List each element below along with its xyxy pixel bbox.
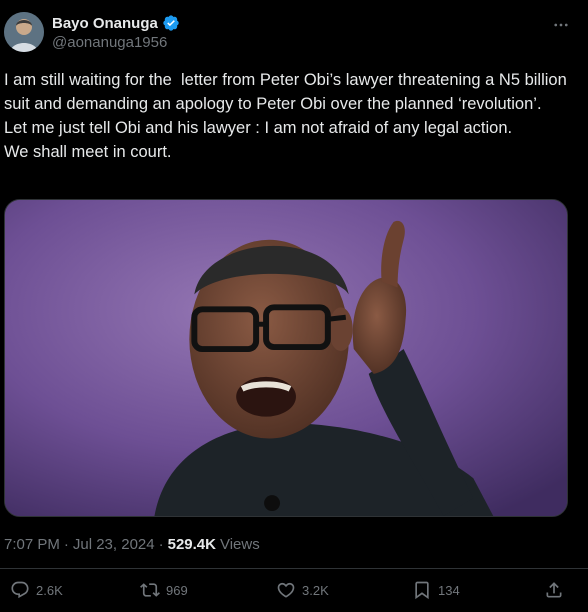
- action-bar: 2.6K 969 3.2K 134: [0, 580, 588, 608]
- tweet-header: Bayo Onanuga @aonanuga1956: [0, 12, 588, 56]
- like-button[interactable]: 3.2K: [276, 580, 329, 600]
- tweet-time[interactable]: 7:07 PM: [4, 536, 60, 553]
- tweet-text-line: I am still waiting for the letter from P…: [4, 71, 572, 113]
- bookmark-count: 134: [438, 582, 460, 598]
- share-button[interactable]: [544, 580, 564, 600]
- heart-icon: [277, 582, 295, 598]
- repost-icon: [140, 583, 160, 597]
- avatar[interactable]: [4, 12, 44, 52]
- bookmark-icon: [415, 581, 429, 600]
- repost-button[interactable]: 969: [140, 580, 188, 600]
- like-count: 3.2K: [302, 582, 329, 598]
- tweet: Bayo Onanuga @aonanuga1956 I am still wa…: [0, 0, 588, 612]
- reply-button[interactable]: 2.6K: [10, 580, 63, 600]
- photo-man-pointing-finger-icon: [5, 200, 567, 516]
- tweet-text: I am still waiting for the letter from P…: [4, 68, 582, 164]
- reply-count: 2.6K: [36, 582, 63, 598]
- bookmark-button[interactable]: 134: [412, 580, 460, 600]
- meta-separator: ·: [63, 536, 69, 553]
- tweet-text-line: We shall meet in court.: [4, 143, 172, 161]
- author-name-row: Bayo Onanuga: [52, 14, 180, 32]
- repost-count: 969: [166, 582, 188, 598]
- divider: [0, 568, 588, 569]
- author-handle[interactable]: @aonanuga1956: [52, 34, 167, 51]
- tweet-text-line: Let me just tell Obi and his lawyer : I …: [4, 119, 513, 137]
- avatar-photo-icon: [4, 12, 44, 52]
- verified-badge-icon: [163, 15, 179, 31]
- views-label: Views: [219, 536, 260, 553]
- author-display-name[interactable]: Bayo Onanuga: [52, 15, 158, 32]
- tweet-meta: 7:07 PM · Jul 23, 2024 · 529.4K Views: [4, 536, 260, 553]
- share-icon: [546, 582, 562, 598]
- more-options-icon[interactable]: [550, 14, 572, 36]
- views-count: 529.4K: [167, 536, 216, 553]
- meta-separator: ·: [158, 536, 164, 553]
- tweet-date[interactable]: Jul 23, 2024: [73, 536, 155, 553]
- reply-icon: [11, 581, 29, 599]
- tweet-media-image[interactable]: [4, 199, 568, 517]
